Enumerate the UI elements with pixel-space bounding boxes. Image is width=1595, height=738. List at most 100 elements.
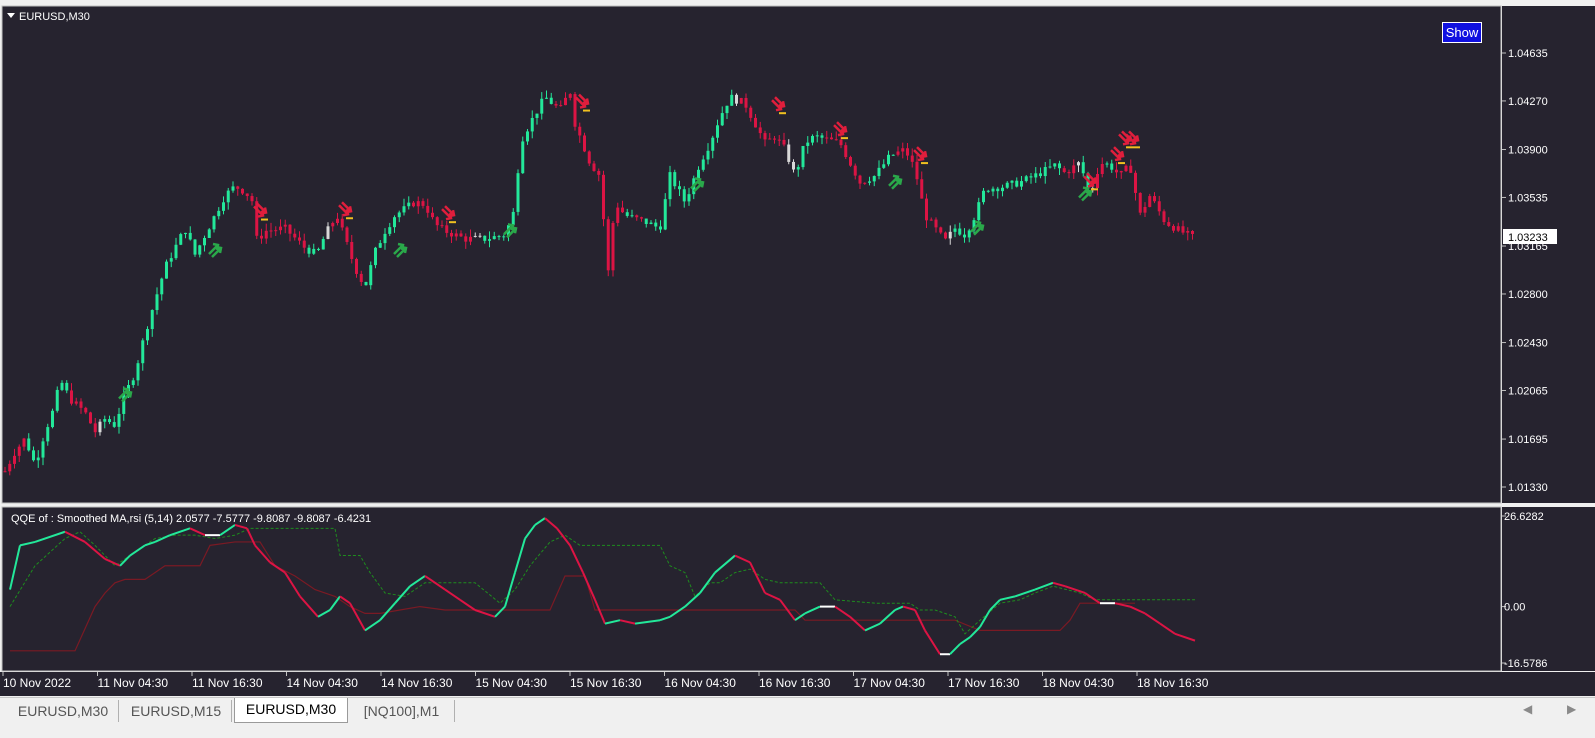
candle-body — [165, 261, 168, 279]
candle-body — [402, 206, 406, 213]
candle-body — [412, 202, 415, 207]
candle-body — [264, 230, 268, 239]
candle-body — [891, 154, 895, 156]
candle-body — [853, 165, 857, 176]
candle-body — [1191, 230, 1194, 234]
candle-body — [991, 188, 995, 192]
candle-body — [32, 450, 35, 461]
candle-body — [910, 155, 914, 162]
tab-eurusd-m30[interactable]: EURUSD,M30 — [8, 700, 119, 722]
candle-body — [122, 393, 126, 414]
chart-canvas[interactable]: 1.046351.042701.039001.035351.031651.028… — [0, 0, 1595, 697]
time-tick-label: 18 Nov 16:30 — [1137, 676, 1209, 690]
candle-body — [93, 423, 97, 433]
time-tick-label: 14 Nov 16:30 — [381, 676, 453, 690]
candle-body — [431, 212, 434, 218]
candle-body — [554, 103, 558, 106]
candle-body — [844, 145, 848, 158]
candle-body — [222, 202, 225, 211]
candle-body — [497, 236, 501, 238]
main-plot-area[interactable] — [1, 5, 1502, 504]
candle-body — [977, 202, 981, 221]
candle-body — [697, 169, 700, 179]
candle-body — [317, 248, 320, 250]
price-axis[interactable] — [1502, 6, 1595, 503]
candle-body — [407, 202, 411, 207]
scroll-right-icon[interactable]: ▶ — [1567, 702, 1576, 716]
candle-body — [212, 216, 216, 230]
candle-body — [1034, 173, 1038, 178]
symbol-label: EURUSD,M30 — [19, 11, 90, 23]
candle-body — [274, 230, 278, 232]
scroll-left-icon[interactable]: ◀ — [1523, 702, 1532, 716]
time-tick-label: 18 Nov 04:30 — [1043, 676, 1115, 690]
tab-nq100-m1[interactable]: [NQ100],M1 — [349, 700, 455, 722]
candle-body — [716, 125, 719, 138]
time-tick-label: 15 Nov 04:30 — [476, 676, 548, 690]
candle-body — [70, 390, 73, 404]
candle-body — [1039, 173, 1042, 177]
candle-body — [606, 219, 610, 271]
tab-eurusd-m30-active[interactable]: EURUSD,M30 — [234, 698, 348, 723]
time-tick-label: 15 Nov 16:30 — [570, 676, 642, 690]
candle-body — [103, 419, 107, 422]
candle-body — [355, 258, 358, 274]
candle-body — [1053, 163, 1057, 167]
candle-body — [644, 218, 648, 224]
candle-body — [359, 273, 363, 282]
candle-body — [839, 139, 843, 146]
current-price-label: 1.03233 — [1508, 232, 1548, 244]
candle-body — [169, 258, 173, 262]
candle-body — [967, 230, 971, 238]
candle-body — [516, 173, 520, 212]
candle-body — [1105, 163, 1109, 165]
candle-body — [868, 181, 871, 183]
candle-body — [378, 243, 382, 248]
candle-body — [1162, 211, 1166, 223]
candle-body — [146, 329, 149, 341]
candle-body — [207, 229, 211, 238]
price-tick-label: 1.01695 — [1508, 434, 1548, 446]
candle-body — [492, 236, 496, 240]
candle-body — [730, 94, 734, 106]
candle-body — [1119, 171, 1123, 173]
candle-body — [1176, 226, 1180, 231]
candle-body — [269, 230, 273, 232]
indicator-tick-label: -16.5786 — [1504, 658, 1547, 670]
candle-body — [27, 438, 31, 451]
candle-body — [321, 238, 325, 250]
candle-body — [483, 235, 487, 241]
indicator-tick-label: 26.6282 — [1504, 511, 1544, 523]
candle-body — [1072, 165, 1076, 174]
price-tick-label: 1.02065 — [1508, 385, 1548, 397]
candle-body — [36, 457, 40, 461]
candle-body — [863, 182, 867, 184]
candle-body — [659, 226, 662, 230]
candle-body — [188, 232, 192, 240]
candle-body — [682, 189, 686, 202]
candle-body — [963, 234, 966, 238]
candle-body — [350, 241, 354, 259]
candle-body — [687, 194, 691, 202]
candle-body — [1186, 230, 1190, 233]
time-tick-label: 11 Nov 04:30 — [98, 676, 169, 690]
tab-eurusd-m15[interactable]: EURUSD,M15 — [121, 700, 232, 722]
candle-body — [450, 232, 453, 237]
indicator-axis[interactable] — [1502, 507, 1595, 671]
candle-body — [1001, 187, 1004, 192]
candle-body — [464, 236, 468, 242]
show-button[interactable]: Show — [1442, 22, 1482, 43]
candle-body — [331, 223, 335, 227]
candle-body — [421, 201, 425, 206]
candle-body — [640, 217, 643, 219]
candle-body — [929, 219, 933, 221]
candle-body — [559, 105, 563, 107]
candle-body — [939, 227, 943, 233]
candle-body — [336, 218, 339, 224]
candle-body — [1181, 226, 1185, 233]
candle-body — [934, 219, 938, 228]
candle-body — [255, 201, 259, 236]
candle-body — [706, 150, 710, 160]
candle-body — [454, 233, 458, 237]
candle-body — [22, 438, 26, 447]
